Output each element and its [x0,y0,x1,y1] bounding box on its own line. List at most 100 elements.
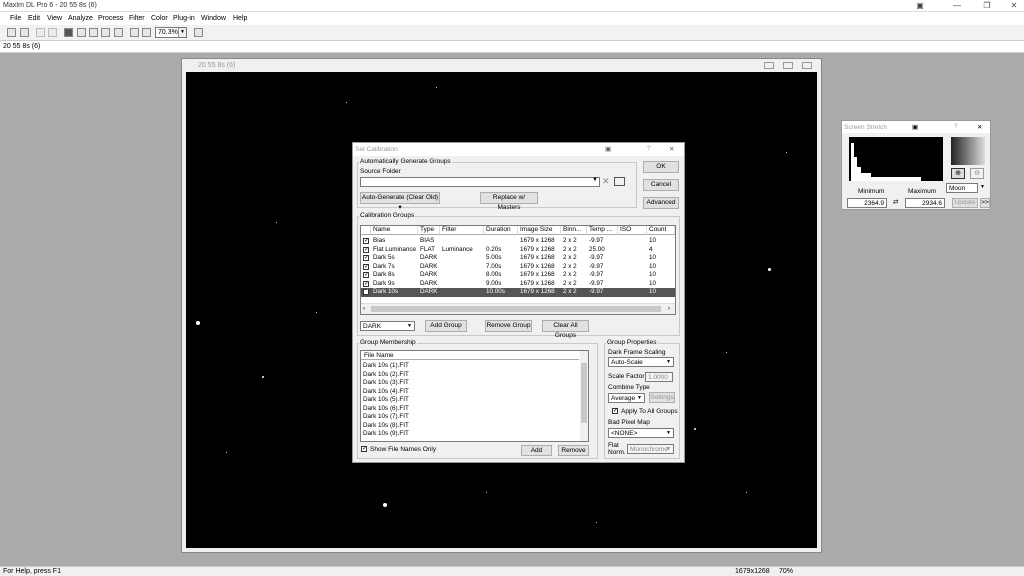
list-item[interactable]: Dark 10s (4).FIT [363,388,409,395]
chevron-down-icon[interactable]: ▼ [980,184,985,190]
close-icon[interactable]: ✕ [1007,1,1021,11]
more-button[interactable]: >> [980,198,990,208]
undo-icon[interactable] [36,28,45,37]
redo-icon[interactable] [48,28,57,37]
list-item[interactable]: Dark 10s (7).FIT [363,413,409,420]
list-item[interactable]: Dark 10s (8).FIT [363,422,409,429]
col-header[interactable]: Binn... [561,226,587,235]
group-type-select[interactable]: DARK ▼ [360,321,415,331]
file-name-header[interactable]: File Name [361,351,579,360]
zoom-in-icon[interactable] [130,28,139,37]
menu-color[interactable]: Color [151,15,168,22]
add-file-button[interactable]: Add [521,445,552,456]
show-names-only-checkbox[interactable]: ✓ [361,446,367,452]
bad-pixel-select[interactable]: <NONE> ▼ [608,428,674,438]
col-header[interactable]: Filter [440,226,484,235]
table-row[interactable]: ✓ Dark 10s DARK 10.00s 1679 x 1268 2 x 2 -9.97… [361,288,675,297]
restore-icon[interactable]: ❐ [980,1,994,11]
close-icon[interactable]: ✕ [669,145,674,153]
update-button[interactable]: Update [952,198,978,208]
row-checkbox[interactable]: ✓ [363,246,369,253]
scale-factor-input[interactable]: 1.0000 [645,372,673,382]
clear-folder-icon[interactable]: ✕ [602,176,610,187]
col-header[interactable]: Temp ... [587,226,618,235]
list-item[interactable]: Dark 10s (9).FIT [363,430,409,437]
compare-icon[interactable] [77,28,86,37]
scroll-left-icon[interactable]: ‹ [363,305,365,312]
dark-scaling-select[interactable]: Auto-Scale ▼ [608,357,674,367]
add-group-button[interactable]: Add Group [425,320,467,332]
scrollbar-thumb[interactable] [371,306,661,312]
menu-analyze[interactable]: Analyze [68,15,93,22]
table-row[interactable]: ✓ Dark 8s DARK 8.00s 1679 x 1268 2 x 2 -9.97 10 [361,271,675,280]
stretch-mode-select[interactable]: Moon [946,183,978,193]
menu-file[interactable]: File [10,15,21,22]
document-tab[interactable]: 20 55 8s (6) [3,43,40,50]
remove-file-button[interactable]: Remove [558,445,589,456]
table-row[interactable]: ✓ Flat Luminance FLAT Luminance 0.20s 1679 x … [361,246,675,255]
help-icon[interactable]: ? [647,145,651,152]
menu-process[interactable]: Process [98,15,123,22]
cancel-button[interactable]: Cancel [643,179,679,191]
list-item[interactable]: Dark 10s (5).FIT [363,396,409,403]
open-icon[interactable] [7,28,16,37]
window-icon[interactable] [114,28,123,37]
swap-icon[interactable]: ⇄ [893,198,898,206]
minimize-icon[interactable] [764,62,774,69]
col-header[interactable]: Name [371,226,418,235]
close-icon[interactable]: ✕ [977,123,982,131]
table-row[interactable]: ✓ Dark 7s DARK 7.00s 1679 x 1268 2 x 2 -9.97 10 [361,263,675,272]
help-icon[interactable]: ? [954,123,958,130]
col-header[interactable]: ISO [618,226,647,235]
remove-group-button[interactable]: Remove Group [485,320,532,332]
list-item[interactable]: Dark 10s (6).FIT [363,405,409,412]
zoom-out-icon[interactable]: ⊖ [970,168,984,179]
col-header[interactable]: Image Size [518,226,561,235]
combine-type-select[interactable]: Average ▼ [608,393,645,403]
col-header[interactable]: Duration [484,226,518,235]
minimum-input[interactable]: 2364.9 [847,198,887,208]
menu-filter[interactable]: Filter [129,15,145,22]
ok-button[interactable]: OK [643,161,679,173]
vertical-scrollbar[interactable] [580,351,588,441]
row-checkbox[interactable]: ✓ [363,255,369,261]
view-image-icon[interactable] [64,28,73,37]
apply-all-checkbox[interactable]: ✓ [612,408,618,414]
table-row[interactable]: ✓ Dark 5s DARK 5.00s 1679 x 1268 2 x 2 -9.97 10 [361,254,675,263]
row-checkbox[interactable]: ✓ [363,280,369,287]
histogram[interactable] [849,137,943,181]
menu-view[interactable]: View [47,15,62,22]
zoom-select[interactable]: 70.3% ▼ [155,27,187,38]
settings-button[interactable]: Settings [649,392,675,403]
row-checkbox[interactable]: ✓ [363,238,369,244]
horizontal-scrollbar[interactable]: ‹ › [361,303,675,314]
table-row[interactable]: ✓ Bias BIAS 1679 x 1268 2 x 2 -9.97 10 [361,237,675,246]
maximum-input[interactable]: 2934.6 [905,198,945,208]
maximize-icon[interactable] [783,62,793,69]
zoom-out-icon[interactable] [142,28,151,37]
col-header[interactable]: Count [647,226,675,235]
replace-masters-button[interactable]: Replace w/ Masters [480,192,538,211]
chevron-down-icon[interactable]: ▼ [592,177,598,183]
row-checkbox[interactable]: ✓ [363,263,369,270]
folder-icon[interactable] [614,177,625,186]
advanced-button[interactable]: Advanced [643,197,679,209]
row-checkbox[interactable]: ✓ [363,272,369,278]
list-item[interactable]: Dark 10s (2).FIT [363,371,409,378]
scroll-right-icon[interactable]: › [668,305,670,312]
clear-all-groups-button[interactable]: Clear All Groups [542,320,589,339]
source-folder-input[interactable] [360,177,600,187]
help-pointer-icon[interactable] [194,28,203,37]
menu-edit[interactable]: Edit [28,15,40,22]
close-icon[interactable] [802,62,812,69]
col-header[interactable]: Type [418,226,440,235]
menu-help[interactable]: Help [233,15,247,22]
save-icon[interactable] [20,28,29,37]
minimize-icon[interactable]: — [950,1,964,11]
menu-window[interactable]: Window [201,15,226,22]
auto-generate-button[interactable]: Auto-Generate (Clear Old) ▾ [360,192,440,211]
row-checkbox[interactable]: ✓ [363,289,369,295]
table-row[interactable]: ✓ Dark 9s DARK 9.00s 1679 x 1268 2 x 2 -9.97 10 [361,280,675,289]
list-item[interactable]: Dark 10s (3).FIT [363,379,409,386]
crosshair-icon[interactable] [89,28,98,37]
